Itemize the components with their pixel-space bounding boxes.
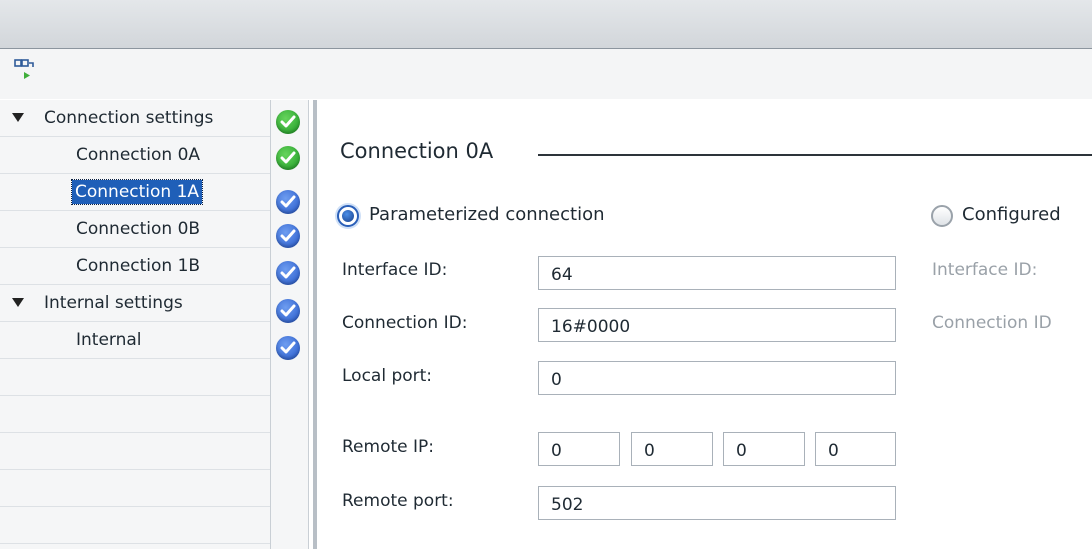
remote-port-label: Remote port: bbox=[342, 491, 454, 511]
tree-item-label: Connection 0A bbox=[76, 145, 201, 165]
tree-item-connection-0b[interactable]: Connection 0B bbox=[0, 211, 270, 248]
status-column bbox=[270, 100, 309, 549]
tree-item-internal-settings[interactable]: Internal settings bbox=[0, 285, 270, 322]
local-port-label: Local port: bbox=[342, 366, 433, 386]
tree-empty-row bbox=[0, 470, 270, 507]
settings-tree: Connection settings Connection 0A Connec… bbox=[0, 100, 270, 549]
status-check-icon bbox=[276, 261, 300, 285]
remote-ip-octet-3[interactable]: 0 bbox=[723, 432, 805, 466]
tree-empty-row bbox=[0, 433, 270, 470]
tree-item-internal[interactable]: Internal bbox=[0, 322, 270, 359]
configured-connection-label[interactable]: Configured bbox=[962, 204, 1061, 225]
tree-item-connection-settings[interactable]: Connection settings bbox=[0, 100, 270, 137]
remote-ip-octet-2[interactable]: 0 bbox=[631, 432, 713, 466]
expand-triangle-icon[interactable] bbox=[12, 298, 24, 307]
section-title: Connection 0A bbox=[340, 139, 494, 163]
parameterized-connection-label[interactable]: Parameterized connection bbox=[369, 204, 605, 225]
configured-interface-id-label: Interface ID: bbox=[932, 260, 1038, 280]
status-ok-icon bbox=[276, 146, 300, 170]
remote-ip-octet-4[interactable]: 0 bbox=[815, 432, 896, 466]
remote-port-field[interactable]: 502 bbox=[538, 486, 896, 520]
toolbar bbox=[0, 49, 1092, 99]
connection-id-field[interactable]: 16#0000 bbox=[538, 308, 896, 342]
status-check-icon bbox=[276, 190, 300, 214]
status-check-icon bbox=[276, 299, 300, 323]
splitter-handle[interactable] bbox=[313, 100, 317, 549]
tree-empty-row bbox=[0, 507, 270, 544]
parameterized-connection-radio[interactable] bbox=[337, 205, 359, 227]
tree-empty-row bbox=[0, 359, 270, 396]
expand-triangle-icon[interactable] bbox=[12, 113, 24, 122]
tree-item-label: Internal settings bbox=[44, 293, 183, 313]
interface-id-label: Interface ID: bbox=[342, 260, 448, 280]
tree-empty-row bbox=[0, 396, 270, 433]
tree-item-label: Connection settings bbox=[44, 108, 214, 128]
tree-item-connection-0a[interactable]: Connection 0A bbox=[0, 137, 270, 174]
tree-item-label: Connection 1A bbox=[70, 179, 204, 205]
interface-id-field[interactable]: 64 bbox=[538, 256, 896, 290]
tree-item-connection-1a[interactable]: Connection 1A bbox=[0, 174, 270, 211]
local-port-field[interactable]: 0 bbox=[538, 361, 896, 395]
tree-item-label: Connection 0B bbox=[76, 219, 201, 239]
radio-dot bbox=[342, 210, 354, 222]
pane-splitter[interactable] bbox=[308, 100, 323, 549]
configured-connection-radio[interactable] bbox=[931, 205, 953, 227]
connection-run-icon[interactable] bbox=[14, 58, 40, 84]
tree-item-label: Internal bbox=[76, 330, 142, 350]
configured-connection-id-label: Connection ID bbox=[932, 313, 1052, 333]
status-ok-icon bbox=[276, 110, 300, 134]
remote-ip-label: Remote IP: bbox=[342, 437, 434, 457]
remote-ip-octet-1[interactable]: 0 bbox=[538, 432, 620, 466]
section-divider bbox=[538, 154, 1092, 156]
connection-id-label: Connection ID: bbox=[342, 313, 468, 333]
tree-item-label: Connection 1B bbox=[76, 256, 201, 276]
status-check-icon bbox=[276, 336, 300, 360]
tree-item-connection-1b[interactable]: Connection 1B bbox=[0, 248, 270, 285]
window-title-bar bbox=[0, 0, 1092, 49]
status-check-icon bbox=[276, 224, 300, 248]
